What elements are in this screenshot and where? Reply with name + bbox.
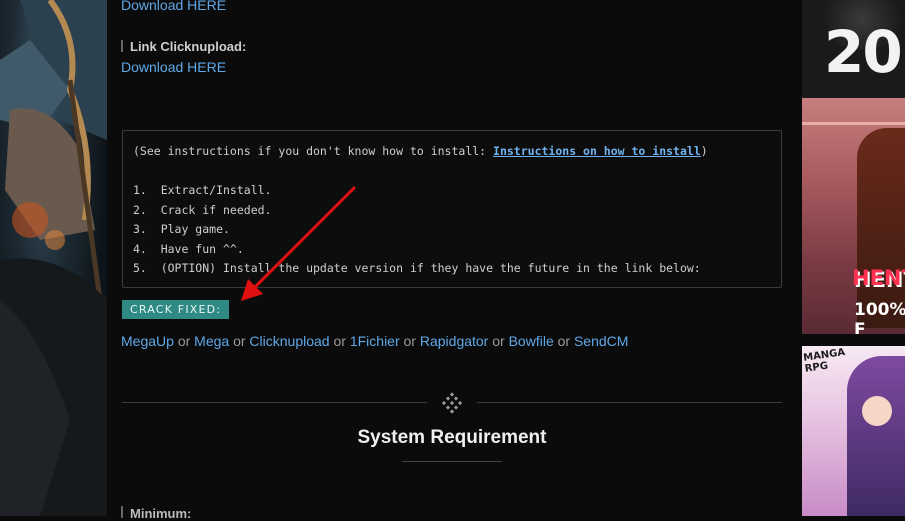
separator: or <box>557 333 571 349</box>
heading-underline <box>402 461 502 462</box>
separator: or <box>177 333 191 349</box>
ad-banner-2-decor <box>802 122 905 125</box>
host-link-sendcm[interactable]: SendCM <box>574 333 628 349</box>
artwork-illustration <box>0 0 107 516</box>
ad-banner-3-figure <box>847 356 905 516</box>
red-arrow-annotation <box>241 186 356 301</box>
separator: or <box>492 333 505 349</box>
label-bar <box>121 40 123 52</box>
instructions-intro: (See instructions if you don't know how … <box>133 144 708 158</box>
intro-suffix: ) <box>700 144 708 158</box>
separator: or <box>403 333 416 349</box>
ad-banner-3-face <box>862 396 892 426</box>
left-background-artwork <box>0 0 107 516</box>
section-divider-left <box>122 402 427 403</box>
ad-banner-2-title: HENT <box>852 266 905 290</box>
intro-prefix: (See instructions if you don't know how … <box>133 144 494 158</box>
separator: or <box>333 333 346 349</box>
host-link-clicknupload[interactable]: Clicknupload <box>249 333 329 349</box>
ad-banner-2-subtitle: 100% F <box>854 300 905 334</box>
clicknupload-label: Link Clicknupload: <box>121 39 246 54</box>
main-content: Download HERE Link Clicknupload: Downloa… <box>107 0 792 521</box>
host-link-rapidgator[interactable]: Rapidgator <box>420 333 489 349</box>
section-divider-right <box>477 402 782 403</box>
separator: or <box>233 333 246 349</box>
crack-fixed-badge: CRACK FIXED: <box>122 300 230 319</box>
system-requirement-heading: System Requirement <box>357 427 547 448</box>
diamond-dots-icon <box>441 392 463 414</box>
minimum-label-text: Minimum: <box>130 506 192 521</box>
right-sidebar-ads: 20 HENT 100% F MANGA RPG <box>792 0 905 516</box>
ad-banner-2-figure <box>857 128 905 328</box>
host-link-1fichier[interactable]: 1Fichier <box>350 333 400 349</box>
step-5: 5. (OPTION) Install the update version i… <box>133 261 701 275</box>
download-link-clicknupload[interactable]: Download HERE <box>121 59 226 75</box>
host-link-mega[interactable]: Mega <box>194 333 229 349</box>
clicknupload-label-text: Link Clicknupload: <box>130 39 247 54</box>
ad-banner-1[interactable]: 20 <box>802 0 905 98</box>
ad-banner-2[interactable]: HENT 100% F <box>802 98 905 334</box>
label-bar <box>121 506 123 518</box>
ad-banner-3[interactable]: MANGA RPG <box>802 346 905 516</box>
crack-host-links: MegaUp or Mega or Clicknupload or 1Fichi… <box>121 333 628 349</box>
host-link-megaup[interactable]: MegaUp <box>121 333 174 349</box>
instructions-link[interactable]: Instructions on how to install <box>493 144 701 158</box>
step-3: 3. Play game. <box>133 222 230 236</box>
download-link-top[interactable]: Download HERE <box>121 0 226 13</box>
install-instructions-box: (See instructions if you don't know how … <box>122 130 782 288</box>
ad-banner-1-text: 20 <box>824 18 903 86</box>
step-4: 4. Have fun ^^. <box>133 242 244 256</box>
host-link-bowfile[interactable]: Bowfile <box>509 333 554 349</box>
ad-banner-3-logo: MANGA RPG <box>802 347 846 375</box>
minimum-label: Minimum: <box>121 506 191 521</box>
